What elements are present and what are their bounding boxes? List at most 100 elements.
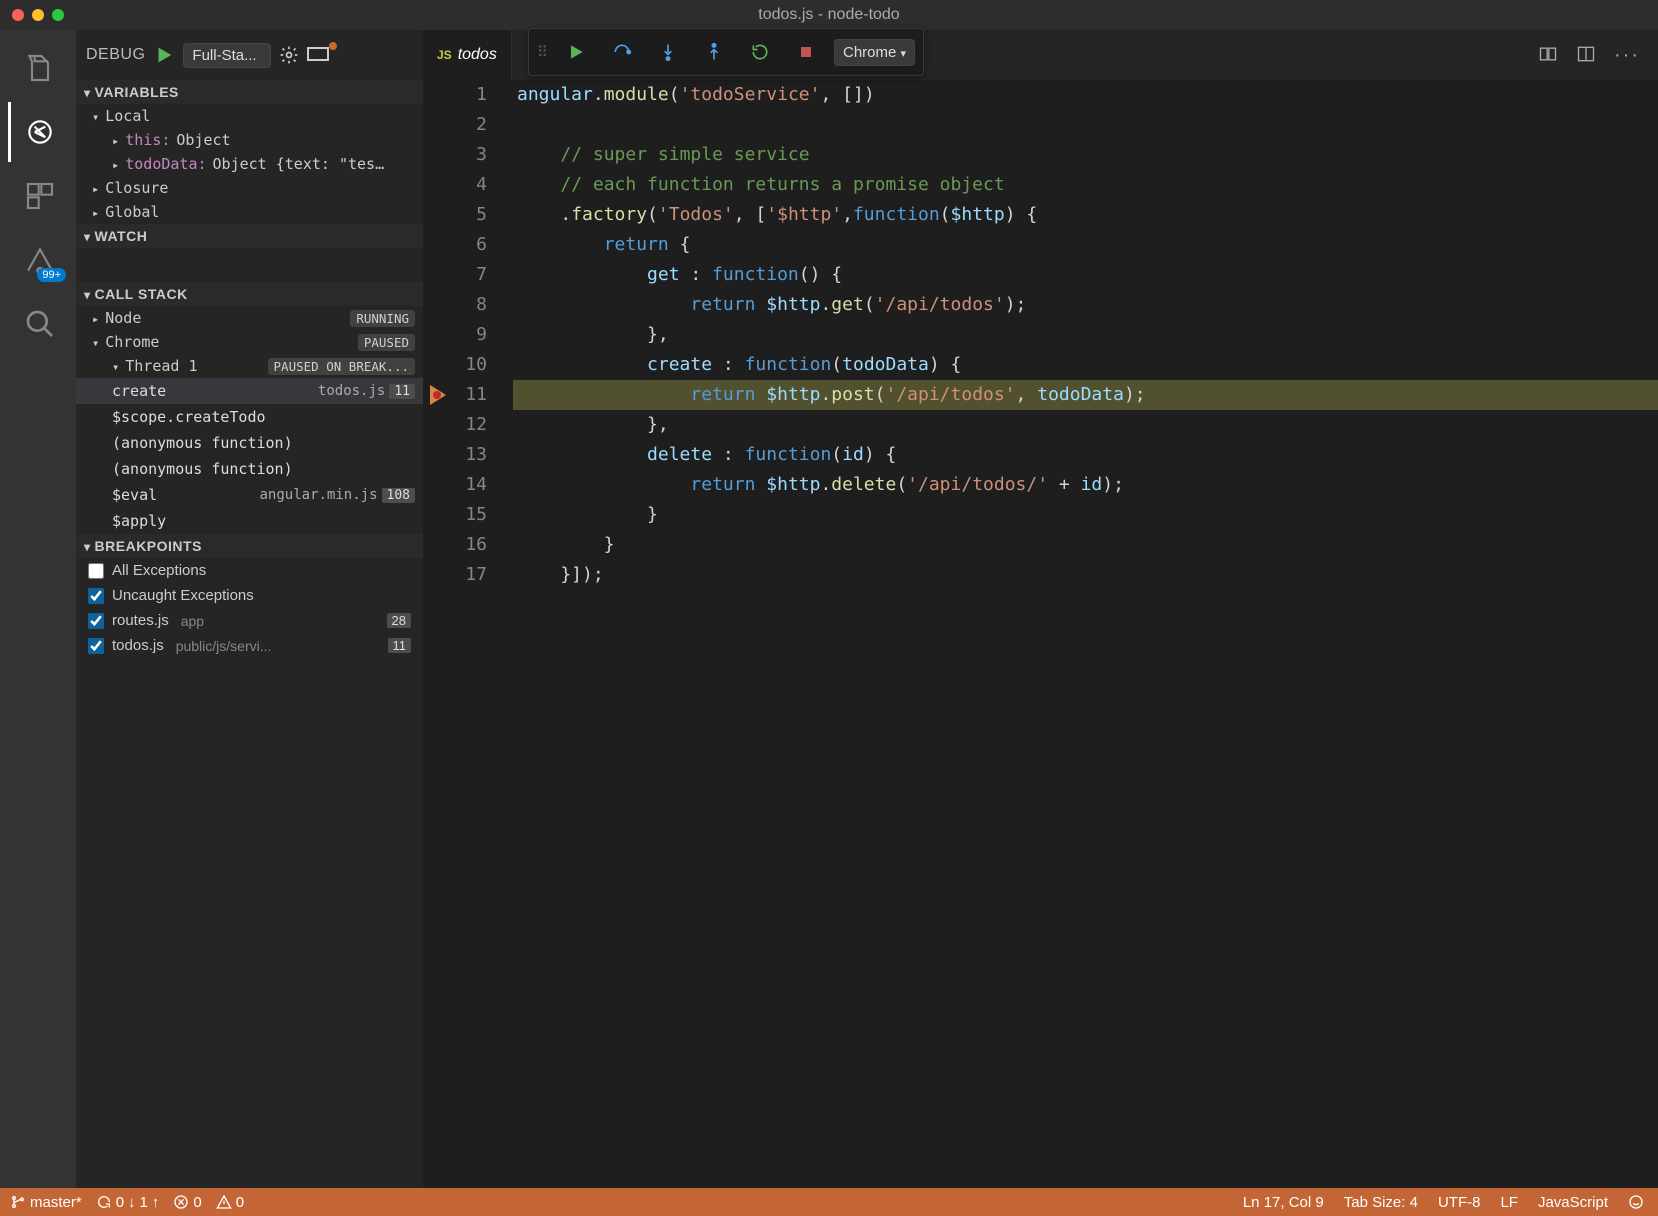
breakpoint-item[interactable]: Uncaught Exceptions (76, 583, 423, 608)
code-line[interactable]: return { (513, 230, 1658, 260)
code-line[interactable]: create : function(todoData) { (513, 350, 1658, 380)
step-out-button[interactable] (692, 32, 736, 72)
scope-global[interactable]: Global (76, 200, 423, 224)
extensions-icon[interactable] (8, 166, 68, 226)
tab-todos-js[interactable]: JS todos (423, 30, 512, 80)
debug-sidebar: DEBUG Full-Sta... VARIABLES Local this: … (76, 30, 423, 1188)
stack-frame[interactable]: $evalangular.min.js108 (76, 482, 423, 508)
line-number: 13 (453, 440, 503, 470)
breakpoint-checkbox[interactable] (88, 638, 104, 654)
watch-header[interactable]: WATCH (76, 224, 423, 248)
editor-tabbar: JS todos ⠿ Chrome ▾ ··· (423, 30, 1658, 80)
code-line[interactable]: } (513, 530, 1658, 560)
code-line[interactable]: }]); (513, 560, 1658, 590)
line-number: 6 (453, 230, 503, 260)
problems-errors[interactable]: 0 (173, 1194, 201, 1211)
scm-badge: 99+ (37, 268, 66, 282)
code-line[interactable]: return $http.get('/api/todos'); (513, 290, 1658, 320)
code-line[interactable]: // super simple service (513, 140, 1658, 170)
code-line[interactable]: delete : function(id) { (513, 440, 1658, 470)
stack-frame[interactable]: (anonymous function) (76, 456, 423, 482)
scope-closure[interactable]: Closure (76, 176, 423, 200)
line-number: 9 (453, 320, 503, 350)
session-node[interactable]: NodeRUNNING (76, 306, 423, 330)
thread-1[interactable]: Thread 1PAUSED ON BREAK... (76, 354, 423, 378)
stack-frame[interactable]: (anonymous function) (76, 430, 423, 456)
breakpoint-checkbox[interactable] (88, 563, 104, 579)
var-todoData[interactable]: todoData: Object {text: "tes… (76, 152, 423, 176)
breakpoints-header[interactable]: BREAKPOINTS (76, 534, 423, 558)
code-line[interactable]: .factory('Todos', ['$http',function($htt… (513, 200, 1658, 230)
line-number: 8 (453, 290, 503, 320)
code-line[interactable]: angular.module('todoService', []) (513, 80, 1658, 110)
scope-local[interactable]: Local (76, 104, 423, 128)
continue-button[interactable] (554, 32, 598, 72)
code-line[interactable]: get : function() { (513, 260, 1658, 290)
js-file-icon: JS (437, 48, 452, 62)
line-number: 4 (453, 170, 503, 200)
search-icon[interactable] (8, 294, 68, 354)
compare-changes-icon[interactable] (1538, 44, 1558, 64)
status-bar: master* 0↓ 1↑ 0 0 Ln 17, Col 9 Tab Size:… (0, 1188, 1658, 1216)
open-launch-json-icon[interactable] (307, 44, 331, 66)
breakpoint-marker[interactable] (430, 385, 446, 405)
feedback-icon[interactable] (1628, 1194, 1644, 1210)
breakpoint-item[interactable]: All Exceptions (76, 558, 423, 583)
toolbar-drag-handle[interactable]: ⠿ (533, 43, 552, 61)
debug-toolbar: ⠿ Chrome ▾ (528, 28, 924, 76)
more-actions-icon[interactable]: ··· (1614, 44, 1640, 67)
explorer-icon[interactable] (8, 38, 68, 98)
scm-icon[interactable]: 99+ (8, 230, 68, 290)
line-number: 17 (453, 560, 503, 590)
stack-frame[interactable]: $apply (76, 508, 423, 534)
line-number: 14 (453, 470, 503, 500)
indentation[interactable]: Tab Size: 4 (1344, 1194, 1418, 1211)
language-mode[interactable]: JavaScript (1538, 1194, 1608, 1211)
code-line[interactable]: }, (513, 320, 1658, 350)
line-number: 2 (453, 110, 503, 140)
stack-frame[interactable]: createtodos.js11 (76, 378, 423, 404)
code-line[interactable] (513, 110, 1658, 140)
restart-button[interactable] (738, 32, 782, 72)
git-sync[interactable]: 0↓ 1↑ (96, 1194, 160, 1211)
line-number: 10 (453, 350, 503, 380)
line-number: 16 (453, 530, 503, 560)
line-number: 12 (453, 410, 503, 440)
step-over-button[interactable] (600, 32, 644, 72)
code-editor[interactable]: 1234567891011121314151617 angular.module… (423, 80, 1658, 1188)
code-line[interactable]: // each function returns a promise objec… (513, 170, 1658, 200)
stack-frame[interactable]: $scope.createTodo (76, 404, 423, 430)
titlebar: todos.js - node-todo (0, 0, 1658, 30)
line-number: 11 (453, 380, 503, 410)
breakpoint-item[interactable]: routes.jsapp28 (76, 608, 423, 633)
split-editor-icon[interactable] (1576, 44, 1596, 64)
breakpoint-item[interactable]: todos.jspublic/js/servi...11 (76, 633, 423, 658)
code-line[interactable]: } (513, 500, 1658, 530)
encoding[interactable]: UTF-8 (1438, 1194, 1481, 1211)
debug-config-select[interactable]: Full-Sta... (183, 43, 271, 68)
line-number: 3 (453, 140, 503, 170)
code-line[interactable]: return $http.delete('/api/todos/' + id); (513, 470, 1658, 500)
cursor-position[interactable]: Ln 17, Col 9 (1243, 1194, 1324, 1211)
stop-button[interactable] (784, 32, 828, 72)
debug-icon[interactable] (8, 102, 68, 162)
var-this[interactable]: this: Object (76, 128, 423, 152)
line-number: 1 (453, 80, 503, 110)
session-chrome[interactable]: ChromePAUSED (76, 330, 423, 354)
step-into-button[interactable] (646, 32, 690, 72)
code-line[interactable]: return $http.post('/api/todos', todoData… (513, 380, 1658, 410)
git-branch[interactable]: master* (10, 1194, 82, 1211)
problems-warnings[interactable]: 0 (216, 1194, 244, 1211)
line-number: 15 (453, 500, 503, 530)
line-number: 5 (453, 200, 503, 230)
debug-target-select[interactable]: Chrome ▾ (834, 39, 915, 66)
window-title: todos.js - node-todo (0, 6, 1658, 24)
code-line[interactable]: }, (513, 410, 1658, 440)
eol[interactable]: LF (1500, 1194, 1518, 1211)
variables-header[interactable]: VARIABLES (76, 80, 423, 104)
breakpoint-checkbox[interactable] (88, 613, 104, 629)
breakpoint-checkbox[interactable] (88, 588, 104, 604)
callstack-header[interactable]: CALL STACK (76, 282, 423, 306)
gear-icon[interactable] (279, 45, 299, 65)
start-debug-button[interactable] (153, 44, 175, 66)
